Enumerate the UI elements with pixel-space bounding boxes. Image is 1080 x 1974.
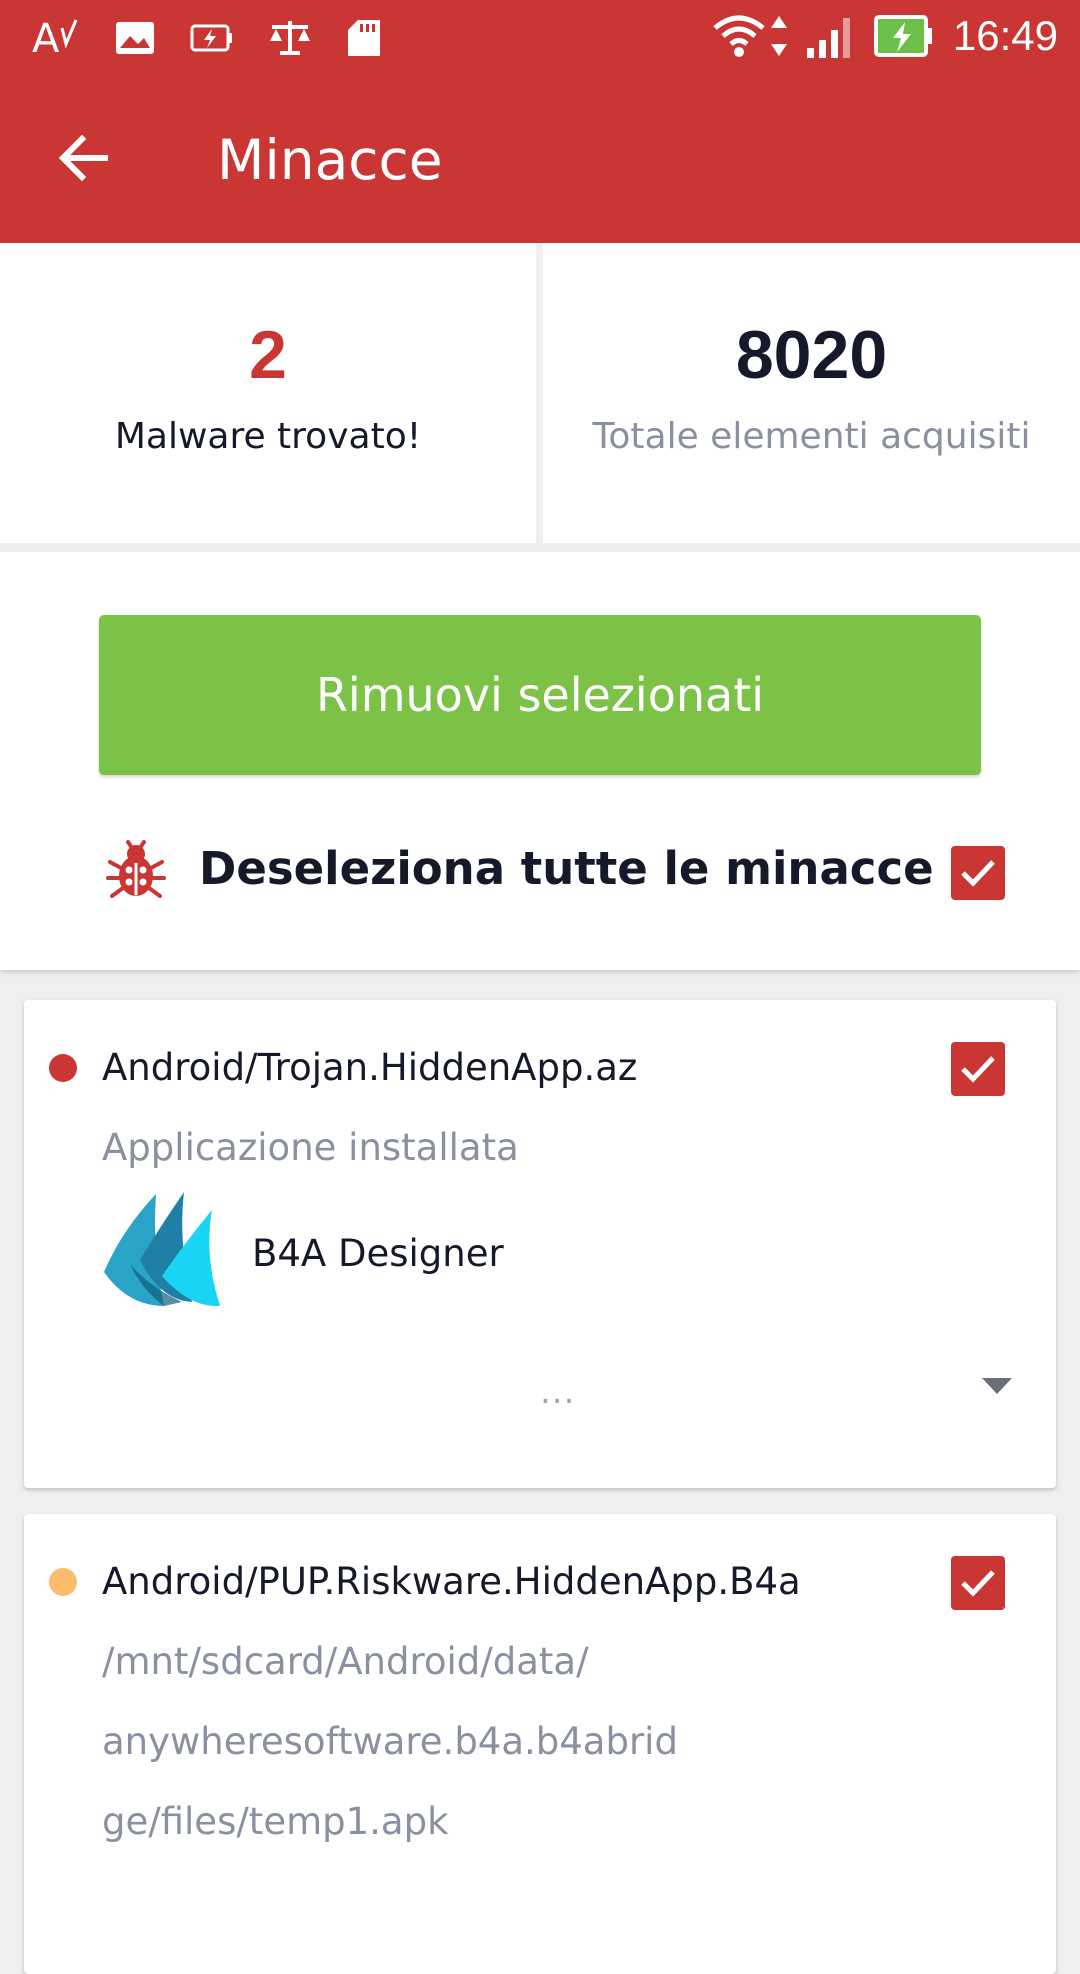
stats-divider (536, 243, 543, 543)
threat-name: Android/PUP.Riskware.HiddenApp.B4a (102, 1560, 801, 1603)
remove-selected-button[interactable]: Rimuovi selezionati (99, 615, 981, 775)
clock: 16:49 (952, 12, 1058, 59)
status-bar-right: 16:49 (711, 12, 1058, 60)
checkmark-icon (958, 857, 998, 889)
total-stat: 8020 Totale elementi acquisiti (543, 243, 1080, 461)
svg-text:A: A (32, 16, 60, 62)
app-name: B4A Designer (252, 1232, 504, 1275)
threat-path-line: ge/files/temp1.apk (102, 1800, 449, 1843)
scale-icon (268, 19, 312, 57)
signal-icon (806, 14, 859, 58)
stats-panel: 2 Malware trovato! 8020 Totale elementi … (0, 243, 1080, 552)
status-bar-left: A (32, 14, 416, 62)
total-label: Totale elementi acquisiti (592, 416, 1031, 457)
battery-saver-icon (190, 22, 234, 54)
more-indicator: ... (540, 1372, 576, 1412)
page-title: Minacce (217, 128, 443, 192)
data-arrows-icon (769, 14, 789, 58)
sd-card-icon (346, 18, 382, 58)
threat-type: Applicazione installata (102, 1126, 519, 1169)
status-bar: A 16:49 (0, 0, 1080, 78)
image-icon (114, 20, 156, 56)
wifi-icon (711, 12, 767, 60)
b4a-designer-app-icon (102, 1190, 222, 1310)
malware-label: Malware trovato! (114, 416, 422, 457)
threat-path-line: /mnt/sdcard/Android/data/ (102, 1640, 589, 1683)
back-button[interactable] (48, 122, 120, 194)
threat-path-line: anywheresoftware.b4a.b4abrid (102, 1720, 678, 1763)
text-format-icon: A (32, 14, 80, 62)
action-area: Rimuovi selezionati Deseleziona tutte le… (0, 552, 1080, 970)
checkmark-icon (958, 1567, 998, 1599)
stats-separator (0, 543, 1080, 552)
severity-dot (49, 1054, 77, 1082)
threat-checkbox[interactable] (951, 1556, 1005, 1610)
checkmark-icon (958, 1053, 998, 1085)
ladybug-icon (104, 840, 168, 904)
malware-stat: 2 Malware trovato! (0, 243, 536, 461)
threat-card: Android/PUP.Riskware.HiddenApp.B4a /mnt/… (24, 1514, 1056, 1974)
threat-name: Android/Trojan.HiddenApp.az (102, 1046, 638, 1089)
severity-dot (49, 1568, 77, 1596)
chevron-down-icon[interactable] (980, 1376, 1014, 1396)
total-count: 8020 (735, 317, 888, 393)
deselect-all-row[interactable]: Deseleziona tutte le minacce (0, 820, 1080, 920)
top-bar: A 16:49 Minacce (0, 0, 1080, 243)
malware-count: 2 (249, 317, 287, 393)
threat-card: Android/Trojan.HiddenApp.az Applicazione… (24, 1000, 1056, 1488)
deselect-all-label: Deseleziona tutte le minacce (199, 842, 934, 895)
threat-checkbox[interactable] (951, 1042, 1005, 1096)
deselect-all-checkbox[interactable] (951, 846, 1005, 900)
arrow-left-icon (58, 135, 110, 181)
battery-charging-icon (873, 14, 935, 58)
app-bar: Minacce (0, 100, 1080, 220)
